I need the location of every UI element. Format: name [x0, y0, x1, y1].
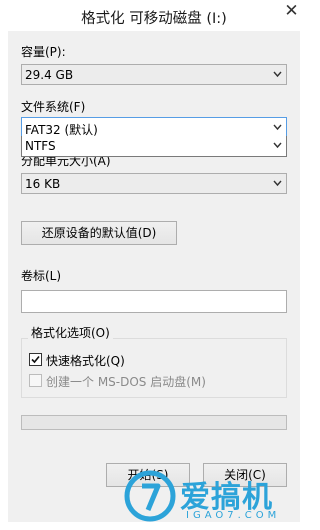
- filesystem-label: 文件系统(F): [21, 100, 86, 114]
- chevron-down-icon: [273, 142, 282, 149]
- close-window-button[interactable]: ✕: [275, 0, 308, 24]
- restore-defaults-button[interactable]: 还原设备的默认值(D): [21, 221, 177, 245]
- filesystem-option-ntfs[interactable]: NTFS: [25, 139, 56, 153]
- volume-label-label: 卷标(L): [21, 269, 62, 283]
- chevron-down-icon: [273, 124, 282, 131]
- brand-logo-icon: [124, 470, 176, 522]
- chevron-down-icon: [273, 71, 282, 78]
- title-bar: 格式化 可移动磁盘 (I:) ✕: [0, 0, 308, 31]
- quick-format-checkbox[interactable]: [29, 353, 42, 366]
- window-title: 格式化 可移动磁盘 (I:): [81, 11, 227, 27]
- capacity-select[interactable]: 29.4 GB: [21, 64, 287, 85]
- dialog-body: 容量(P): 29.4 GB 文件系统(F) 分配单元大小(A) 16 KB F…: [8, 31, 300, 522]
- allocation-select[interactable]: 16 KB: [21, 173, 287, 194]
- msdos-startup-checkbox: [29, 374, 42, 387]
- capacity-label: 容量(P):: [21, 45, 66, 59]
- format-options-title: 格式化选项(O): [28, 324, 113, 341]
- volume-label-input[interactable]: [21, 290, 287, 313]
- allocation-value: 16 KB: [25, 177, 61, 191]
- filesystem-dropdown-list[interactable]: NTFS: [21, 136, 287, 157]
- watermark-url: IGAO7.COM: [186, 510, 281, 521]
- msdos-startup-label: 创建一个 MS-DOS 启动盘(M): [46, 375, 206, 389]
- quick-format-label[interactable]: 快速格式化(Q): [46, 352, 125, 369]
- filesystem-select[interactable]: FAT32 (默认): [21, 117, 287, 138]
- format-progress-bar: [21, 415, 287, 430]
- checkmark-icon: [31, 355, 40, 364]
- capacity-value: 29.4 GB: [25, 68, 74, 82]
- watermark-logo: 爱搞机 IGAO7.COM: [124, 470, 302, 526]
- chevron-down-icon: [273, 180, 282, 187]
